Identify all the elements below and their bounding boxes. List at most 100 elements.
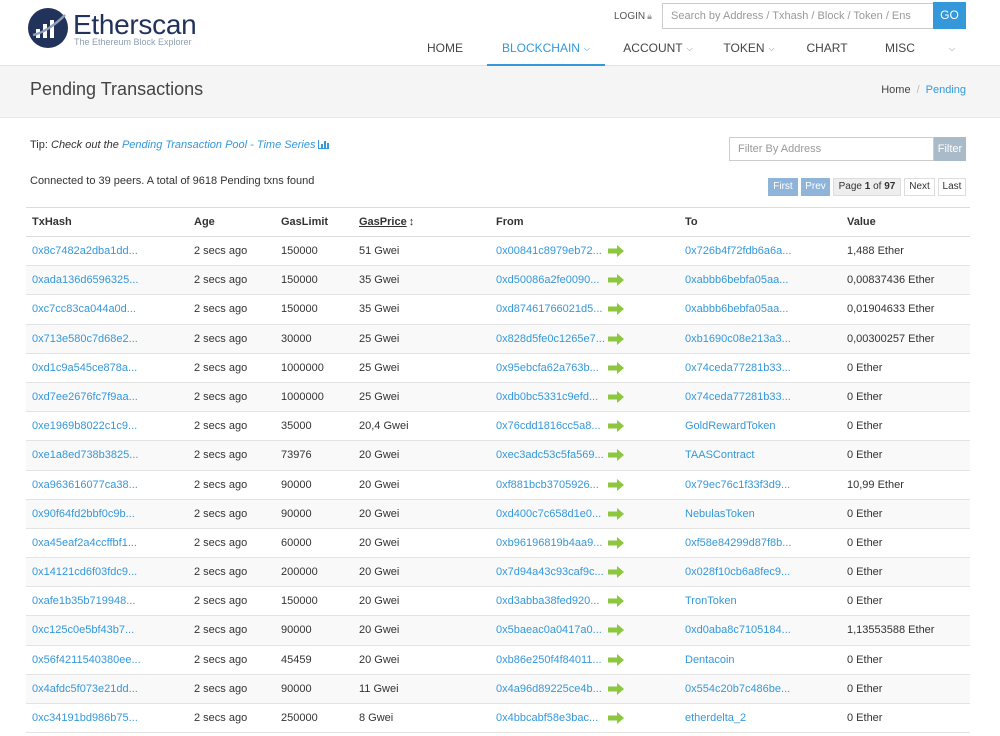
tx-hash-link[interactable]: 0xc125c0e5bf43b7... <box>32 624 134 636</box>
tx-age: 2 secs ago <box>194 507 248 520</box>
tx-hash-link[interactable]: 0xd1c9a545ce878a... <box>32 362 137 374</box>
from-address-link[interactable]: 0xd50086a2fe0090... <box>496 274 599 286</box>
nav-account[interactable]: ACCOUNT ⌵ <box>615 36 701 66</box>
sort-icon[interactable]: ↕ <box>409 216 415 228</box>
tx-hash-link[interactable]: 0x8c7482a2dba1dd... <box>32 245 138 257</box>
from-address-link[interactable]: 0x4bbcabf58e3bac... <box>496 712 598 724</box>
from-address-link[interactable]: 0x00841c8979eb72... <box>496 245 602 257</box>
chevron-down-icon: ⌵ <box>686 44 693 53</box>
nav-account-label: ACCOUNT <box>623 41 683 55</box>
nav-token[interactable]: TOKEN ⌵ <box>716 36 782 66</box>
transfer-arrow-icon <box>608 420 624 433</box>
to-address-link[interactable]: 0xd0aba8c7105184... <box>685 624 791 636</box>
pager-next-button[interactable]: Next <box>904 178 935 196</box>
to-address-link[interactable]: Dentacoin <box>685 654 735 666</box>
tx-value: 1,13553588 Ether <box>847 624 935 637</box>
from-address-link[interactable]: 0xdb0bc5331c9efd... <box>496 391 598 403</box>
from-address-link[interactable]: 0x828d5fe0c1265e7... <box>496 333 605 345</box>
pager-last-button[interactable]: Last <box>938 178 966 196</box>
tx-hash-link[interactable]: 0x90f64fd2bbf0c9b... <box>32 508 135 520</box>
to-address-link[interactable]: TronToken <box>685 595 737 607</box>
tx-age: 2 secs ago <box>194 624 248 637</box>
to-address-link[interactable]: 0xabbb6bebfa05aa... <box>685 274 788 286</box>
from-address-link[interactable]: 0xb96196819b4aa9... <box>496 537 602 549</box>
login-link[interactable]: LOGIN 🔒︎ <box>614 11 652 22</box>
from-address-link[interactable]: 0xd87461766021d5... <box>496 303 602 315</box>
breadcrumb-home[interactable]: Home <box>881 84 910 96</box>
from-address-link[interactable]: 0x4a96d89225ce4b... <box>496 683 602 695</box>
bar-chart-icon <box>318 140 330 149</box>
table-row: 0xc34191bd986b75... 2 secs ago 250000 8 Gwe… <box>26 704 970 734</box>
col-gaslimit: GasLimit <box>281 216 329 228</box>
from-address-link[interactable]: 0xec3adc53c5fa569... <box>496 449 604 461</box>
tx-hash-link[interactable]: 0x4afdc5f073e21dd... <box>32 683 138 695</box>
table-row: 0xc125c0e5bf43b7... 2 secs ago 90000 20 Gwe… <box>26 616 970 646</box>
to-address-link[interactable]: 0x028f10cb6a8fec9... <box>685 566 790 578</box>
pending-transactions-table: TxHash Age GasLimit GasPrice ↕ From To Va… <box>26 207 970 734</box>
status-text: Connected to 39 peers. A total of 9618 P… <box>30 175 315 187</box>
from-address-link[interactable]: 0xd400c7c658d1e0... <box>496 508 601 520</box>
tx-age: 2 secs ago <box>194 566 248 579</box>
to-address-link[interactable]: 0xb1690c08e213a3... <box>685 333 791 345</box>
from-address-link[interactable]: 0x7d94a43c93caf9c... <box>496 566 604 578</box>
to-address-link[interactable]: 0x74ceda77281b33... <box>685 362 791 374</box>
tx-hash-link[interactable]: 0xc34191bd986b75... <box>32 712 138 724</box>
to-address-link[interactable]: 0x726b4f72fdb6a6a... <box>685 245 791 257</box>
tx-gasprice: 20,4 Gwei <box>359 420 409 433</box>
to-address-link[interactable]: NebulasToken <box>685 508 755 520</box>
col-gasprice-sort[interactable]: GasPrice ↕ <box>359 216 414 228</box>
transfer-arrow-icon <box>608 507 624 520</box>
tx-gasprice: 25 Gwei <box>359 361 400 374</box>
from-address-link[interactable]: 0x95ebcfa62a763b... <box>496 362 599 374</box>
from-address-link[interactable]: 0xd3abba38fed920... <box>496 595 599 607</box>
page-title-bar: Pending Transactions Home / Pending <box>0 66 1000 118</box>
tx-hash-link[interactable]: 0xc7cc83ca044a0d... <box>32 303 136 315</box>
nav-blockchain[interactable]: BLOCKCHAIN ⌵ <box>487 36 605 66</box>
to-address-link[interactable]: 0x74ceda77281b33... <box>685 391 791 403</box>
tx-value: 0 Ether <box>847 361 883 374</box>
tx-gasprice: 35 Gwei <box>359 303 400 316</box>
tx-value: 0 Ether <box>847 507 883 520</box>
from-address-link[interactable]: 0x76cdd1816cc5a8... <box>496 420 601 432</box>
breadcrumb: Home / Pending <box>881 84 966 96</box>
tx-hash-link[interactable]: 0xa963616077ca38... <box>32 479 138 491</box>
pager-prev-button[interactable]: Prev <box>801 178 830 196</box>
tx-hash-link[interactable]: 0x56f4211540380ee... <box>32 654 141 666</box>
to-address-link[interactable]: 0xf58e84299d87f8b... <box>685 537 791 549</box>
tx-hash-link[interactable]: 0xafe1b35b719948... <box>32 595 135 607</box>
tx-gasprice: 25 Gwei <box>359 390 400 403</box>
nav-home[interactable]: HOME <box>410 36 480 66</box>
tx-hash-link[interactable]: 0x14121cd6f03fdc9... <box>32 566 137 578</box>
nav-chart[interactable]: CHART <box>797 36 857 66</box>
transfer-arrow-icon <box>608 332 624 345</box>
table-row: 0xada136d6596325... 2 secs ago 150000 35 Gw… <box>26 266 970 296</box>
tx-hash-link[interactable]: 0xe1969b8022c1c9... <box>32 420 137 432</box>
to-address-link[interactable]: TAASContract <box>685 449 755 461</box>
from-address-link[interactable]: 0xf881bcb3705926... <box>496 479 599 491</box>
tx-hash-link[interactable]: 0xe1a8ed738b3825... <box>32 449 138 461</box>
tx-hash-link[interactable]: 0xd7ee2676fc7f9aa... <box>32 391 138 403</box>
to-address-link[interactable]: GoldRewardToken <box>685 420 776 432</box>
search-go-button[interactable]: GO <box>933 2 966 29</box>
to-address-link[interactable]: 0xabbb6bebfa05aa... <box>685 303 788 315</box>
table-header: TxHash Age GasLimit GasPrice ↕ From To Va… <box>26 207 970 237</box>
table-row: 0xa45eaf2a4ccffbf1... 2 secs ago 60000 20 G… <box>26 528 970 559</box>
tx-hash-link[interactable]: 0xa45eaf2a4ccffbf1... <box>32 537 137 549</box>
to-address-link[interactable]: etherdelta_2 <box>685 712 746 724</box>
from-address-link[interactable]: 0xb86e250f4f84011... <box>496 654 602 666</box>
search-input[interactable] <box>662 3 934 29</box>
table-row: 0x56f4211540380ee... 2 secs ago 45459 20 Gw… <box>26 645 970 675</box>
tx-age: 2 secs ago <box>194 420 248 433</box>
to-address-link[interactable]: 0x79ec76c1f33f3d9... <box>685 479 790 491</box>
tx-hash-link[interactable]: 0x713e580c7d68e2... <box>32 333 138 345</box>
filter-button[interactable]: Filter <box>934 137 966 161</box>
nav-misc[interactable]: MISC ⌵ <box>880 36 960 66</box>
to-address-link[interactable]: 0x554c20b7c486be... <box>685 683 790 695</box>
from-address-link[interactable]: 0x5baeac0a0417a0... <box>496 624 602 636</box>
tx-gaslimit: 150000 <box>281 595 318 608</box>
pending-pool-link[interactable]: Pending Transaction Pool - Time Series <box>122 139 316 151</box>
tx-hash-link[interactable]: 0xada136d6596325... <box>32 274 138 286</box>
filter-address-input[interactable] <box>729 137 934 161</box>
col-txhash: TxHash <box>32 216 72 228</box>
pager-first-button[interactable]: First <box>768 178 798 196</box>
